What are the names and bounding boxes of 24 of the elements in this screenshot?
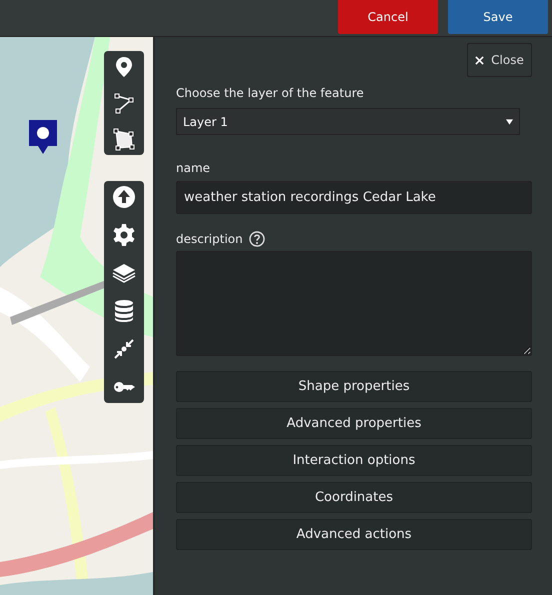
settings-icon[interactable] — [112, 223, 136, 247]
close-icon — [475, 56, 484, 64]
layers-icon[interactable] — [112, 261, 136, 285]
polygon-icon[interactable] — [112, 127, 136, 151]
upload-icon[interactable] — [112, 185, 136, 209]
layer-select[interactable]: Layer 1 — [176, 108, 520, 135]
merge-arrows-icon[interactable] — [112, 337, 136, 361]
description-field[interactable] — [176, 251, 532, 356]
cancel-button[interactable]: Cancel — [338, 0, 438, 34]
polyline-icon[interactable] — [112, 91, 136, 115]
help-icon[interactable] — [248, 231, 265, 247]
section-header[interactable]: Advanced properties — [176, 408, 532, 439]
save-button[interactable]: Save — [448, 0, 548, 34]
field-label: Choose the layer of the feature — [176, 86, 365, 100]
close-button[interactable]: Close — [467, 43, 532, 77]
name-field[interactable]: weather station recordings Cedar Lake — [176, 181, 532, 214]
field-label: name — [176, 161, 212, 175]
section-header[interactable]: Interaction options — [176, 445, 532, 476]
field-label: description — [176, 232, 243, 246]
section-header[interactable]: Coordinates — [176, 482, 532, 513]
section-header[interactable]: Shape properties — [176, 371, 532, 402]
caret-icon — [506, 118, 513, 124]
database-icon[interactable] — [112, 299, 136, 323]
section-header[interactable]: Advanced actions — [176, 519, 532, 550]
